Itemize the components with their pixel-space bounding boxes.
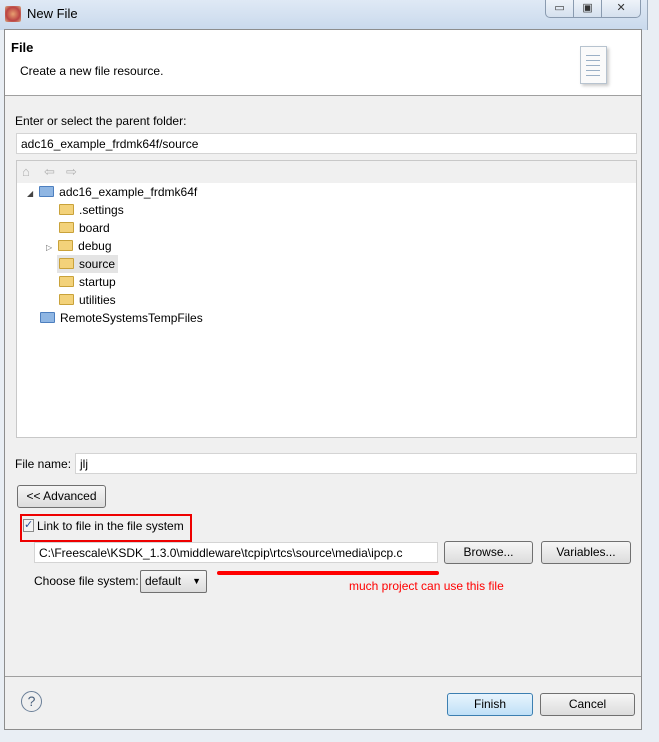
folder-icon <box>59 276 74 287</box>
app-icon <box>5 6 21 22</box>
file-system-select[interactable]: default ▼ <box>140 570 207 593</box>
link-checkbox-label: Link to file in the file system <box>37 519 184 533</box>
tree-item[interactable]: ▷ debug <box>46 237 112 255</box>
forward-icon[interactable]: ⇨ <box>66 164 77 180</box>
window-title: New File <box>27 6 78 21</box>
document-icon <box>580 46 607 84</box>
page-title: File <box>11 40 34 55</box>
tree-item-label: debug <box>78 239 112 253</box>
file-system-value: default <box>145 574 182 588</box>
page-subtitle: Create a new file resource. <box>20 64 164 78</box>
tree-item[interactable]: utilities <box>59 291 116 309</box>
wizard-header: File Create a new file resource. <box>5 30 641 96</box>
project-folder-icon <box>39 186 55 197</box>
tree-item-label: source <box>79 257 116 271</box>
annotation-text: much project can use this file <box>349 579 504 593</box>
tree-item-label: .settings <box>79 203 124 217</box>
link-path-input[interactable]: C:\Freescale\KSDK_1.3.0\middleware\tcpip… <box>34 542 438 563</box>
collapsed-arrow-icon[interactable]: ▷ <box>46 243 52 252</box>
tree-item[interactable]: startup <box>59 273 116 291</box>
tree-item-label: board <box>79 221 110 235</box>
home-icon[interactable]: ⌂ <box>22 164 30 179</box>
tree-item[interactable]: ◢ adc16_example_frdmk64f <box>27 183 197 201</box>
tree-item-label: RemoteSystemsTempFiles <box>60 311 203 325</box>
tree-toolbar: ⌂ ⇦ ⇨ <box>17 161 636 183</box>
red-underline-annotation <box>217 571 439 575</box>
new-file-dialog: File Create a new file resource. Enter o… <box>4 29 642 730</box>
file-name-input[interactable]: jlj <box>75 453 637 474</box>
browse-button[interactable]: Browse... <box>444 541 533 564</box>
file-name-label: File name: <box>15 457 72 471</box>
minimize-icon[interactable]: ▭ <box>546 0 575 17</box>
help-icon[interactable]: ? <box>21 691 42 712</box>
advanced-button[interactable]: << Advanced <box>17 485 106 508</box>
tree-item-label: startup <box>79 275 116 289</box>
tree-item-label: utilities <box>79 293 116 307</box>
variables-button[interactable]: Variables... <box>541 541 631 564</box>
tree-item-selected[interactable]: source <box>57 255 119 273</box>
back-icon[interactable]: ⇦ <box>44 164 55 180</box>
folder-icon <box>59 222 74 233</box>
cancel-button[interactable]: Cancel <box>540 693 635 716</box>
folder-icon <box>59 294 74 305</box>
tree-item[interactable]: RemoteSystemsTempFiles <box>40 309 203 327</box>
expanded-arrow-icon[interactable]: ◢ <box>27 189 33 198</box>
footer-divider <box>5 676 641 677</box>
maximize-icon[interactable]: ▣ <box>574 0 603 17</box>
window-controls: ▭ ▣ ✕ <box>545 0 641 18</box>
finish-button[interactable]: Finish <box>447 693 533 716</box>
folder-tree[interactable]: ⌂ ⇦ ⇨ ◢ adc16_example_frdmk64f .settings … <box>16 160 637 438</box>
close-icon[interactable]: ✕ <box>602 0 640 17</box>
file-system-label: Choose file system: <box>34 574 139 588</box>
parent-folder-input[interactable]: adc16_example_frdmk64f/source <box>16 133 637 154</box>
folder-icon <box>59 204 74 215</box>
tree-item[interactable]: board <box>59 219 110 237</box>
dropdown-arrow-icon: ▼ <box>192 576 201 586</box>
folder-icon <box>59 258 74 269</box>
project-folder-icon <box>40 312 55 323</box>
link-checkbox[interactable]: ✓ <box>23 519 34 532</box>
tree-item-label: adc16_example_frdmk64f <box>59 185 198 199</box>
tree-item[interactable]: .settings <box>59 201 124 219</box>
parent-folder-label: Enter or select the parent folder: <box>15 114 187 128</box>
folder-icon <box>58 240 74 251</box>
title-bar: New File ▭ ▣ ✕ <box>0 0 648 30</box>
